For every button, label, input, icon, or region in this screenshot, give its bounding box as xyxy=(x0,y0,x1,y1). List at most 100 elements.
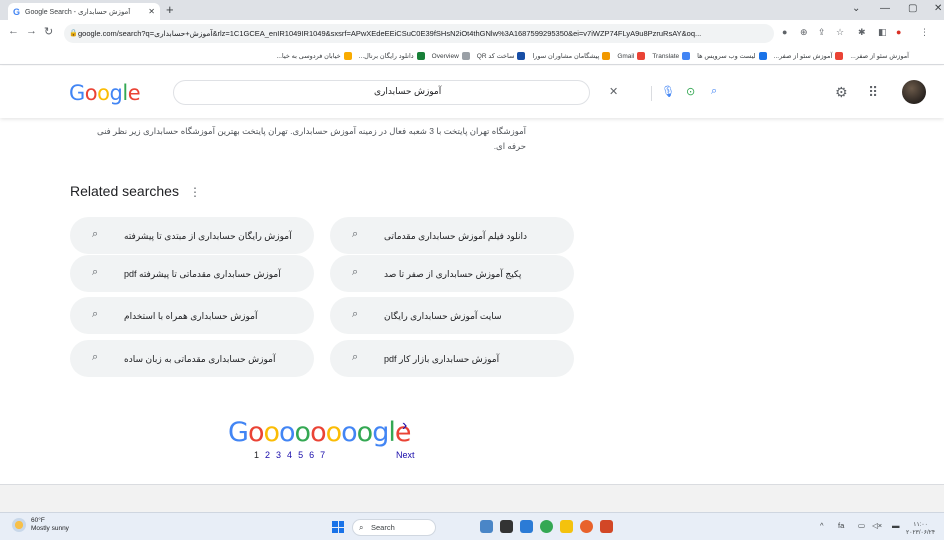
bookmark-item[interactable]: آموزش سئو از صفر... xyxy=(850,52,920,60)
weather-desc: Mostly sunny xyxy=(31,525,69,532)
weather-widget[interactable]: 60°F Mostly sunny xyxy=(12,517,69,533)
search-icon: ⌕ xyxy=(352,308,359,320)
settings-gear-icon[interactable]: ⚙ xyxy=(835,84,848,101)
account-avatar[interactable] xyxy=(902,80,926,104)
related-search-text: آموزش حسابداری بازار کار pdf xyxy=(384,353,500,364)
bookmark-item[interactable]: پیشگامان مشاوران سورا xyxy=(532,52,611,60)
bookmark-item[interactable]: ساخت کد QR xyxy=(477,52,526,60)
related-search-chip[interactable]: ⌕ آموزش حسابداری همراه با استخدام xyxy=(70,297,314,334)
windows-taskbar: 60°F Mostly sunny ⌕ Search ^ fa ▭ ◁× ▬ ۱… xyxy=(0,512,944,540)
bookmark-label: Overview xyxy=(431,52,459,60)
taskbar-search[interactable]: ⌕ Search xyxy=(352,519,436,536)
task-view-icon[interactable] xyxy=(500,520,513,533)
bookmark-item[interactable]: آموزش سئو از صفر... xyxy=(774,52,844,60)
bookmark-favicon-icon xyxy=(602,52,611,60)
extensions-icon[interactable]: ✱ xyxy=(858,27,866,38)
share-icon[interactable]: ⇪ xyxy=(818,27,826,38)
related-search-chip[interactable]: ⌕ آموزش حسابداری مقدماتی تا پیشرفته pdf xyxy=(70,255,314,292)
next-page-link[interactable]: Next xyxy=(396,450,415,460)
google-header: Google آموزش حسابداری ✕ 🎙 ⊙ ⌕ ⚙ ⠿ xyxy=(0,66,944,118)
network-icon[interactable]: ▭ xyxy=(858,521,865,530)
bookmark-favicon-icon xyxy=(637,52,646,60)
bookmark-item[interactable]: دانلود رایگان برنال... xyxy=(359,52,425,60)
clock-date: ۲۰۲۳/۰۶/۲۴ xyxy=(906,530,936,536)
more-options-icon[interactable]: ⋮ xyxy=(189,185,201,199)
bookmark-item[interactable]: لیست وب سرویس ها xyxy=(697,52,767,60)
bookmark-item[interactable]: Gmail xyxy=(617,52,646,60)
page-number-link[interactable]: 7 xyxy=(320,450,325,460)
related-search-chip[interactable]: ⌕ آموزش حسابداری مقدماتی به زبان ساده xyxy=(70,340,314,377)
related-search-chip[interactable]: ⌕ دانلود فیلم آموزش حسابداری مقدماتی xyxy=(330,217,574,254)
close-window-icon[interactable]: ✕ xyxy=(934,3,942,14)
minimize-icon[interactable]: — xyxy=(880,3,890,14)
page-number-link[interactable]: 3 xyxy=(276,450,281,460)
address-bar[interactable]: 🔒 google.com/search?q=آموزش+حسابداری&rlz… xyxy=(64,24,774,43)
related-search-chip[interactable]: ⌕ آموزش رایگان حسابداری از مبتدی تا پیشرف… xyxy=(70,217,314,254)
page-number-link[interactable]: 5 xyxy=(298,450,303,460)
bookmark-item[interactable]: خیابان فردوسی به خیا... xyxy=(277,52,352,60)
related-search-text: آموزش رایگان حسابداری از مبتدی تا پیشرفت… xyxy=(124,230,292,241)
voice-search-icon[interactable]: 🎙 xyxy=(661,85,675,98)
taskbar-search-icon: ⌕ xyxy=(359,523,364,532)
bookmarks-bar: آموزش سئو از صفر... آموزش سئو از صفر... لی… xyxy=(0,48,944,65)
forward-icon[interactable]: → xyxy=(26,25,37,37)
search-query[interactable]: آموزش حسابداری xyxy=(374,86,441,97)
language-indicator[interactable]: fa xyxy=(838,521,844,530)
widgets-app-icon[interactable] xyxy=(480,520,493,533)
clear-search-icon[interactable]: ✕ xyxy=(609,85,618,98)
search-icon: ⌕ xyxy=(92,308,99,320)
related-search-text: دانلود فیلم آموزش حسابداری مقدماتی xyxy=(384,230,528,241)
location-icon[interactable]: ● xyxy=(782,27,787,37)
related-search-chip[interactable]: ⌕ پکیج آموزش حسابداری از صفر تا صد xyxy=(330,255,574,292)
search-icon: ⌕ xyxy=(352,266,359,278)
page-number-link[interactable]: 6 xyxy=(309,450,314,460)
search-icon: ⌕ xyxy=(352,228,359,240)
new-tab-icon[interactable]: + xyxy=(166,2,174,17)
google-logo[interactable]: Google xyxy=(69,81,141,105)
snippet-line-1: آموزشگاه تهران پایتخت با 3 شعبه فعال در … xyxy=(96,126,526,136)
bookmark-item[interactable]: Translate xyxy=(652,52,691,60)
bookmark-favicon-icon xyxy=(343,52,352,60)
battery-icon[interactable]: ▬ xyxy=(892,521,900,530)
google-favicon-icon: G xyxy=(13,6,21,17)
tab-title: Google Search - آموزش حسابداری xyxy=(25,8,131,16)
chrome-app-icon[interactable] xyxy=(540,520,553,533)
search-icon[interactable]: ⌕ xyxy=(711,85,717,98)
file-explorer-icon[interactable] xyxy=(560,520,573,533)
teams-app-icon[interactable] xyxy=(520,520,533,533)
tab-search-icon[interactable]: ⌄ xyxy=(852,3,860,14)
search-icon: ⌕ xyxy=(92,351,99,363)
windows-start-icon[interactable] xyxy=(332,521,344,533)
restore-icon[interactable]: ▢ xyxy=(908,3,917,14)
firefox-app-icon[interactable] xyxy=(580,520,593,533)
bookmark-star-icon[interactable]: ☆ xyxy=(836,27,844,38)
related-search-text: آموزش حسابداری مقدماتی تا پیشرفته pdf xyxy=(124,268,281,279)
volume-icon[interactable]: ◁× xyxy=(872,521,882,530)
apps-grid-icon[interactable]: ⠿ xyxy=(868,84,878,101)
back-icon[interactable]: ← xyxy=(8,25,19,37)
page-numbers: 1234567 xyxy=(254,450,331,460)
clock[interactable]: ۱۱:۰۰ ۲۰۲۳/۰۶/۲۴ xyxy=(906,521,935,537)
profile-icon[interactable]: ● xyxy=(896,27,901,37)
bookmark-item[interactable]: Overview xyxy=(432,52,470,60)
bookmark-label: خیابان فردوسی به خیا... xyxy=(276,53,341,60)
search-icon: ⌕ xyxy=(92,266,99,278)
bookmark-label: Translate xyxy=(652,52,680,60)
powerpoint-app-icon[interactable] xyxy=(600,520,613,533)
bookmark-label: دانلود رایگان برنال... xyxy=(358,53,414,60)
browser-tab[interactable]: G Google Search - آموزش حسابداری ✕ xyxy=(8,3,160,20)
related-search-chip[interactable]: ⌕ آموزش حسابداری بازار کار pdf xyxy=(330,340,574,377)
search-box[interactable]: آموزش حسابداری ✕ 🎙 ⊙ ⌕ xyxy=(173,80,717,105)
page-number-link[interactable]: 4 xyxy=(287,450,292,460)
side-panel-icon[interactable]: ◧ xyxy=(878,27,887,38)
image-search-icon[interactable]: ⊙ xyxy=(686,85,695,98)
close-tab-icon[interactable]: ✕ xyxy=(148,7,155,16)
next-arrow-icon[interactable]: › xyxy=(402,417,407,435)
related-search-chip[interactable]: ⌕ سایت آموزش حسابداری رایگان xyxy=(330,297,574,334)
tray-chevron-icon[interactable]: ^ xyxy=(820,521,824,530)
menu-icon[interactable]: ⋮ xyxy=(920,27,929,38)
reload-icon[interactable]: ↻ xyxy=(44,25,53,38)
search-icon: ⌕ xyxy=(352,351,359,363)
zoom-icon[interactable]: ⊕ xyxy=(800,27,808,38)
page-number-link[interactable]: 2 xyxy=(265,450,270,460)
